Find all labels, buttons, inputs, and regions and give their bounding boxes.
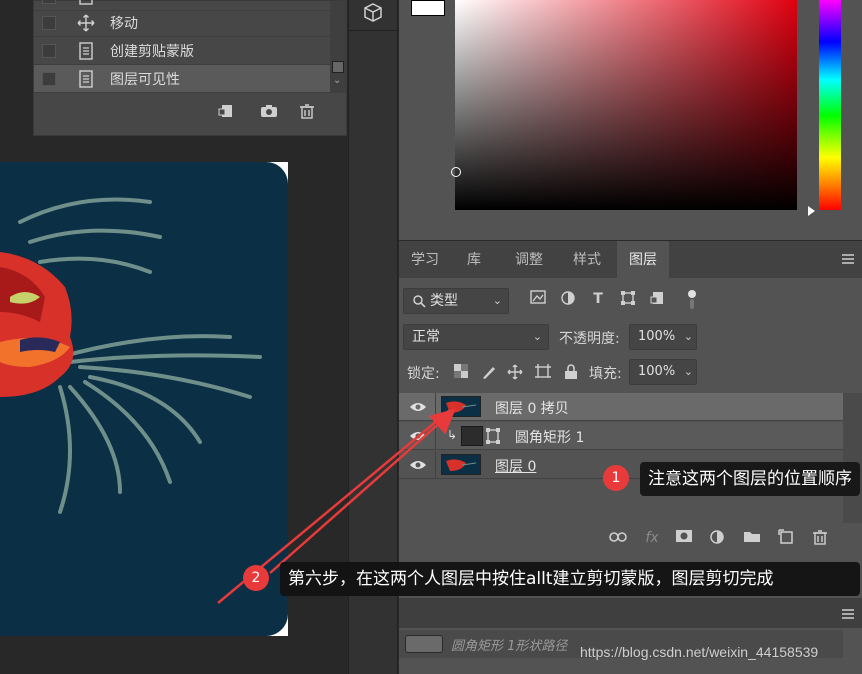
- annotation-callout-2: 第六步，在这两个人图层中按住allt建立剪切蒙版，图层剪切完成: [280, 562, 860, 596]
- annotation-arrow: [269, 408, 456, 574]
- annotation-badge-2: 2: [243, 565, 269, 591]
- annotation-badge-1: 1: [603, 465, 629, 491]
- watermark: https://blog.csdn.net/weixin_44158539: [580, 644, 819, 660]
- annotation-callout-1: 注意这两个图层的位置顺序: [640, 462, 860, 496]
